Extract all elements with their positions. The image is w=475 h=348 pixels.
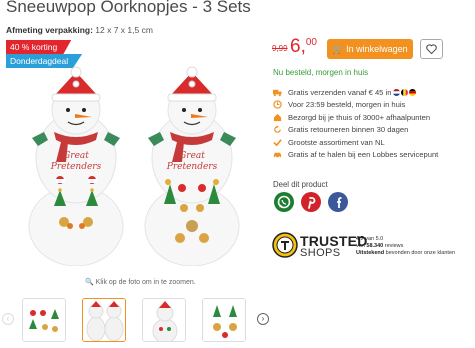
thumbnail-strip: ‹ › bbox=[0, 296, 270, 346]
car-icon bbox=[273, 152, 282, 159]
usp-text: Gratis verzenden vanaf € 45 in bbox=[288, 87, 392, 97]
main-product-image[interactable]: Great Pretenders Great Pretenders bbox=[22, 66, 248, 266]
trusted-rating: 4.7 bbox=[356, 236, 364, 242]
usp-item: Gratis verzenden vanaf € 45 in bbox=[273, 86, 473, 99]
trusted-shops-widget[interactable]: TRUSTED SHOPS 4.7 van 5.0 van 58.340 rev… bbox=[272, 232, 472, 264]
usp-list: Gratis verzenden vanaf € 45 in Voor 23:5… bbox=[273, 86, 473, 161]
trusted-word-2: SHOPS bbox=[300, 247, 341, 259]
usp-item: Bezorgd bij je thuis of 3000+ afhaalpunt… bbox=[273, 111, 473, 124]
zoom-hint: 🔍 Klik op de foto om in te zoomen. bbox=[85, 278, 196, 286]
thumbnail-1-image bbox=[29, 309, 59, 332]
add-to-cart-label: In winkelwagen bbox=[346, 44, 408, 54]
trusted-verdict-suffix: bevonden door onze klanten bbox=[385, 250, 456, 256]
stock-status: Nu besteld, morgen in huis bbox=[273, 68, 369, 77]
add-to-cart-button[interactable]: 🛒 In winkelwagen bbox=[327, 39, 413, 59]
clock-icon bbox=[273, 100, 282, 109]
checkmark-icon bbox=[273, 139, 282, 147]
thumbnail-2[interactable] bbox=[82, 298, 126, 342]
trusted-rating-suffix: van 5.0 bbox=[365, 236, 384, 242]
discount-badge: 40 % korting bbox=[6, 40, 72, 54]
thumbnail-2-image bbox=[86, 301, 124, 341]
share-whatsapp-button[interactable] bbox=[274, 192, 294, 212]
thumbnail-next-button[interactable]: › bbox=[257, 313, 269, 325]
pinterest-icon bbox=[308, 197, 316, 209]
thumbnail-1[interactable] bbox=[22, 298, 66, 342]
thumbnail-3-image bbox=[152, 301, 178, 341]
product-title: Sneeuwpop Oorknopjes - 3 Sets bbox=[6, 0, 251, 16]
new-price-whole: 6, bbox=[290, 36, 306, 57]
usp-text: Gratis retourneren binnen 30 dagen bbox=[288, 125, 409, 135]
usp-text: Grootste assortiment van NL bbox=[288, 137, 385, 147]
usp-text: Gratis af te halen bij een Lobbes servic… bbox=[288, 150, 439, 160]
flag-nl-icon bbox=[393, 88, 401, 96]
usp-item: Gratis retourneren binnen 30 dagen bbox=[273, 124, 473, 137]
zoom-hint-text: Klik op de foto om in te zoomen. bbox=[95, 279, 196, 286]
share-pinterest-button[interactable] bbox=[301, 192, 321, 212]
card-text-pretenders: Pretenders bbox=[166, 162, 218, 172]
trusted-reviews-prefix: van bbox=[356, 243, 365, 249]
trusted-verdict: Uitstekend bbox=[356, 250, 385, 256]
truck-icon bbox=[273, 89, 282, 97]
card-text-great: Great bbox=[179, 151, 205, 161]
trusted-reviews-count: 58.340 bbox=[366, 243, 384, 249]
packaging-label: Afmeting verpakking: bbox=[6, 25, 93, 35]
share-label: Deel dit product bbox=[273, 180, 328, 189]
trusted-verdict-line: Uitstekend bevonden door onze klanten bbox=[356, 250, 455, 257]
thumbnail-3[interactable] bbox=[142, 298, 186, 342]
cart-icon: 🛒 bbox=[332, 44, 344, 54]
wishlist-button[interactable] bbox=[420, 39, 443, 59]
card-text-pretenders: Pretenders bbox=[50, 162, 102, 172]
share-facebook-button[interactable] bbox=[328, 192, 348, 212]
usp-item: Grootste assortiment van NL bbox=[273, 136, 473, 149]
packaging-size: Afmeting verpakking: 12 x 7 x 1,5 cm bbox=[6, 25, 153, 35]
flag-be-icon bbox=[401, 88, 409, 96]
usp-item: Gratis af te halen bij een Lobbes servic… bbox=[273, 149, 473, 162]
usp-item: Voor 23:59 besteld, morgen in huis bbox=[273, 99, 473, 112]
trusted-reviews-line: van 58.340 reviews bbox=[356, 243, 455, 250]
facebook-icon bbox=[337, 197, 342, 208]
heart-icon bbox=[426, 44, 437, 55]
snowman-card-left: Great Pretenders bbox=[28, 66, 124, 266]
trusted-reviews-suffix: reviews bbox=[384, 243, 404, 249]
chevron-left-icon: ‹ bbox=[6, 314, 10, 323]
usp-text: Voor 23:59 besteld, morgen in huis bbox=[288, 100, 406, 110]
old-price: 9,99 bbox=[272, 44, 288, 53]
new-price-cents: 00 bbox=[305, 37, 317, 48]
trusted-rating-line: 4.7 van 5.0 bbox=[356, 236, 455, 243]
thumbnail-4-image bbox=[213, 305, 237, 338]
price-row: 9,99 6,00 🛒 In winkelwagen bbox=[272, 36, 472, 62]
usp-text: Bezorgd bij je thuis of 3000+ afhaalpunt… bbox=[288, 112, 431, 122]
trusted-shops-info: 4.7 van 5.0 van 58.340 reviews Uitsteken… bbox=[356, 236, 455, 257]
whatsapp-icon bbox=[277, 195, 291, 209]
return-icon bbox=[274, 125, 281, 133]
thumbnail-prev-button[interactable]: ‹ bbox=[2, 313, 14, 325]
magnifier-icon: 🔍 bbox=[85, 279, 94, 286]
thumbnail-4[interactable] bbox=[202, 298, 246, 342]
new-price: 6,00 bbox=[290, 36, 317, 58]
snowman-card-right: Great Pretenders bbox=[144, 66, 240, 266]
packaging-value: 12 x 7 x 1,5 cm bbox=[95, 25, 153, 35]
card-text-great: Great bbox=[63, 151, 89, 161]
chevron-right-icon: › bbox=[261, 314, 265, 323]
home-icon bbox=[273, 113, 282, 121]
trusted-shops-seal-icon bbox=[272, 232, 298, 258]
flag-de-icon bbox=[409, 88, 417, 96]
